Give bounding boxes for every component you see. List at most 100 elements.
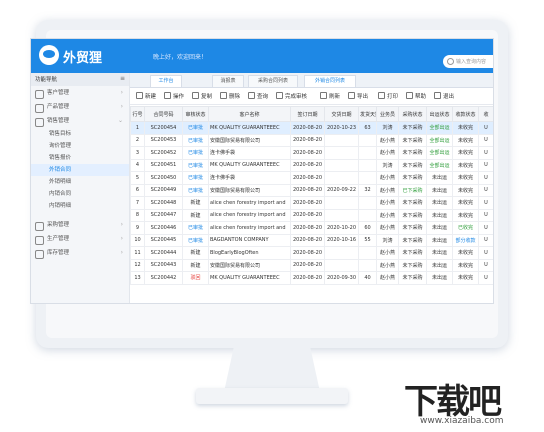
table-cell: 新建 [182, 208, 209, 222]
table-cell: 2020-10-16 [324, 233, 359, 247]
table-cell: 已审批 [182, 183, 209, 197]
print-button[interactable]: 打印 [378, 92, 398, 100]
sidebar-item-inventory[interactable]: 库存管理 › [31, 246, 129, 260]
table-row[interactable]: 13 SC200442 驳回 MK QUALITY GUARANTEEEC 2020-0… [130, 271, 493, 285]
tab-workbench[interactable]: 工作台 [150, 75, 182, 87]
column-header[interactable]: 出运状态 [426, 106, 453, 122]
table-cell: 2020-08-20 [290, 221, 325, 235]
edit-button[interactable]: 操作 [164, 92, 184, 100]
column-header[interactable]: 交货日期 [324, 106, 359, 122]
search-input[interactable]: 输入查询内容 [443, 55, 493, 68]
table-cell: 安徽国际贸易有限公司 [208, 133, 291, 147]
tab-purchase-contracts[interactable]: 采购合同列表 [248, 75, 298, 87]
query-button[interactable]: 查询 [248, 92, 268, 100]
table-cell: 未出运 [426, 196, 453, 210]
column-header[interactable]: 客户名称 [208, 106, 291, 122]
sidebar-item-production[interactable]: 生产管理 › [31, 232, 129, 246]
table-row[interactable]: 5 SC200450 已审批 连卡佛手袋 2020-08-20 赵小燕 未下采购 未出运 未收完… [130, 171, 493, 185]
new-button[interactable]: 新建 [136, 92, 156, 100]
refresh-button[interactable]: 刷新 [320, 92, 340, 100]
chevron-down-icon: ⌄ [117, 117, 123, 124]
table-row[interactable]: 6 SC200449 已审批 安徽国际贸易有限公司 2020-08-20 2020-09-… [130, 183, 493, 197]
table-cell: U [478, 246, 493, 260]
copy-button[interactable]: 复制 [192, 92, 212, 100]
table-cell: SC200445 [144, 233, 183, 247]
table-cell: SC200453 [144, 133, 183, 147]
sidebar-sub-export-detail[interactable]: 外销明细 [31, 176, 129, 188]
column-header[interactable]: 发货天数 [358, 106, 377, 122]
table-cell: 已审批 [182, 133, 209, 147]
sidebar-sub-sales-target[interactable]: 销售目标 [31, 128, 129, 140]
table-cell [324, 196, 359, 210]
table-cell: 已审批 [182, 221, 209, 235]
approve-button[interactable]: 完成审核 [276, 92, 307, 100]
sidebar-item-label: 库存管理 [47, 250, 70, 256]
column-header[interactable]: 业务员 [376, 106, 399, 122]
table-row[interactable]: 3 SC200452 已审批 连卡佛手袋 2020-08-20 赵小燕 未下采购 全部出运 未收… [130, 146, 493, 160]
table-row[interactable]: 8 SC200447 新建 alice chen forestry import an… [130, 208, 493, 222]
table-row[interactable]: 1 SC200454 已审批 MK QUALITY GUARANTEEEC 2020-0… [130, 121, 493, 135]
column-header[interactable]: 签订日期 [290, 106, 325, 122]
table-cell: U [478, 171, 493, 185]
sidebar-item-label: 产品管理 [47, 104, 70, 110]
delete-button[interactable]: 删除 [220, 92, 240, 100]
table-row[interactable]: 2 SC200453 已审批 安徽国际贸易有限公司 2020-08-20 赵小燕 未下采购全… [130, 133, 493, 147]
sidebar-item-customers[interactable]: 客户管理 › [31, 86, 129, 100]
help-button[interactable]: 帮助 [406, 92, 426, 100]
table-cell: alice chen forestry import and [208, 221, 291, 235]
sidebar-sub-export-contract[interactable]: 外销合同 [31, 164, 129, 176]
table-cell: 3 [130, 146, 145, 160]
table-cell: 未收完 [452, 258, 479, 272]
column-header[interactable]: 合同号码 [144, 106, 183, 122]
table-cell: U [478, 233, 493, 247]
table-cell: 2020-08-20 [290, 208, 325, 222]
exit-button[interactable]: 退出 [434, 92, 454, 100]
table-cell: 2020-09-22 [324, 183, 359, 197]
sidebar-item-sales[interactable]: 销售管理 ⌄ [31, 114, 129, 128]
table-cell: SC200454 [144, 121, 183, 135]
table-row[interactable]: 12 SC200443 新建 安徽国际贸易有限公司 2020-08-20 赵小燕 未下采购未… [130, 258, 493, 272]
column-header[interactable]: 收 [478, 106, 493, 122]
table-row[interactable]: 11 SC200444 新建 BlogEarlyBlogOften 2020-08-20… [130, 246, 493, 260]
table-cell: SC200447 [144, 208, 183, 222]
table-row[interactable]: 4 SC200451 已审批 MK QUALITY GUARANTEEEC 2020-0… [130, 158, 493, 172]
sidebar-item-purchase[interactable]: 采购管理 › [31, 218, 129, 232]
sidebar-sub-domestic-contract[interactable]: 内销合同 [31, 188, 129, 200]
sidebar-item-label: 生产管理 [47, 236, 70, 242]
table-row[interactable]: 9 SC200446 已审批 alice chen forestry import a… [130, 221, 493, 235]
app-window: 外贸狸 晚上好，欢迎回来！ 输入查询内容 功能导航 ≡ 客户管理 › 产品管理 … [30, 38, 494, 304]
column-header[interactable]: 收款状态 [452, 106, 479, 122]
tab-export-contracts[interactable]: 外销合同列表 [304, 75, 356, 87]
table-cell: 2020-10-23 [324, 121, 359, 135]
table-cell: 赵小燕 [376, 146, 399, 160]
table-cell: 32 [358, 183, 377, 197]
tab-report[interactable]: 消报表 [212, 75, 244, 87]
table-row[interactable]: 7 SC200448 新建 alice chen forestry import an… [130, 196, 493, 210]
column-header[interactable]: 审核状态 [182, 106, 209, 122]
table-cell: U [478, 146, 493, 160]
table-cell [358, 208, 377, 222]
collapse-icon[interactable]: ≡ [120, 75, 125, 82]
sidebar-sub-inquiry[interactable]: 询价管理 [31, 140, 129, 152]
table-cell: 未收完 [452, 183, 479, 197]
table-cell: 未收完 [452, 146, 479, 160]
table-cell: 已审批 [182, 171, 209, 185]
sidebar-item-label: 采购管理 [47, 222, 70, 228]
column-header[interactable]: 采购状态 [398, 106, 427, 122]
column-header[interactable]: 行号 [130, 106, 145, 122]
table-cell: U [478, 271, 493, 285]
app-logo-text: 外贸狸 [63, 51, 103, 66]
table-cell: MK QUALITY GUARANTEEEC [208, 121, 291, 135]
sidebar-sub-quote[interactable]: 销售报价 [31, 152, 129, 164]
sidebar-item-products[interactable]: 产品管理 › [31, 100, 129, 114]
table-row[interactable]: 10 SC200445 已审批 BAGDANTON COMPANY 2020-08-20… [130, 233, 493, 247]
table-cell: 2020-08-20 [290, 246, 325, 260]
sidebar-sub-domestic-detail[interactable]: 内销明细 [31, 200, 129, 212]
export-button[interactable]: 导出 [348, 92, 368, 100]
table-cell: BlogEarlyBlogOften [208, 246, 291, 260]
table-cell: 赵小燕 [376, 133, 399, 147]
table-cell: 未下采购 [398, 133, 427, 147]
table-cell: 2020-08-20 [290, 196, 325, 210]
table-cell: 13 [130, 271, 145, 285]
table-cell: 2020-08-20 [290, 121, 325, 135]
